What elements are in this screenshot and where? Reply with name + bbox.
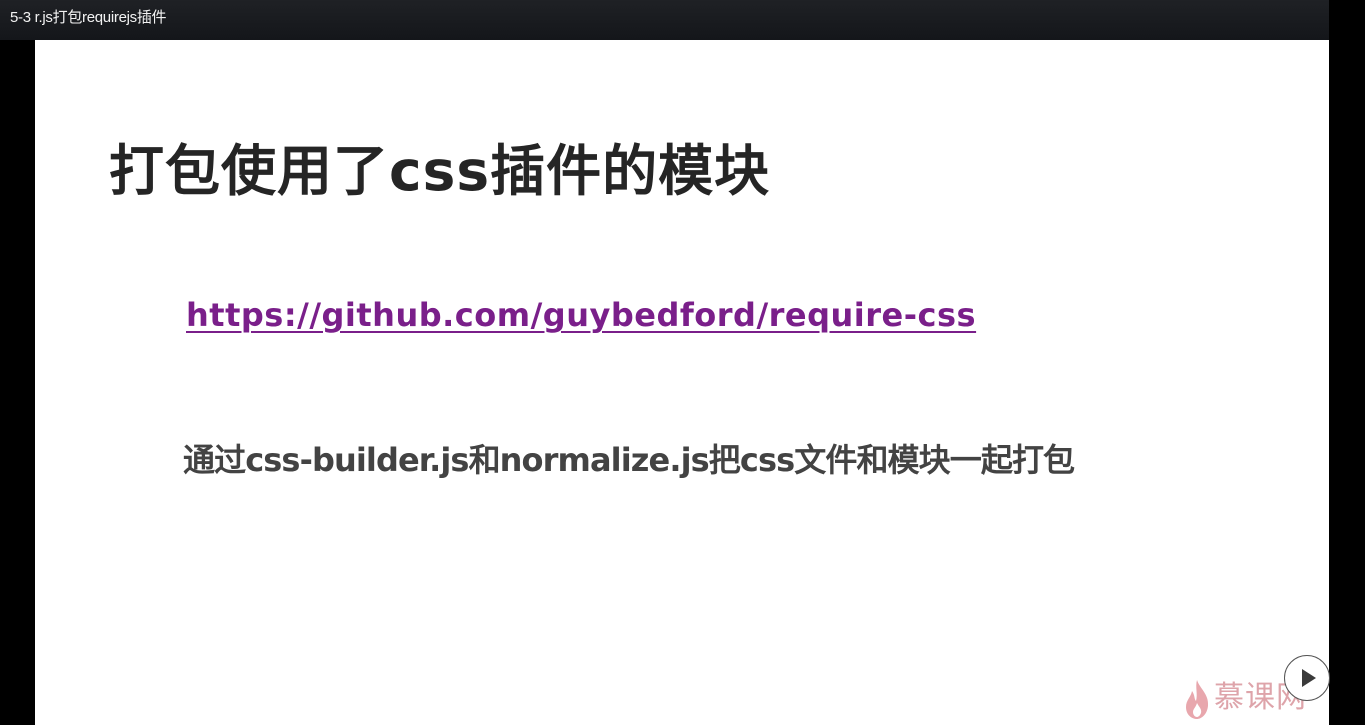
video-player: 5-3 r.js打包requirejs插件 打包使用了css插件的模块 http… [0,0,1365,725]
title-bar-edge [1329,0,1365,40]
title-bar: 5-3 r.js打包requirejs插件 [0,0,1365,40]
flame-icon [1186,680,1209,719]
require-css-link[interactable]: https://github.com/guybedford/require-cs… [186,293,976,337]
slide-body-text: 通过css-builder.js和normalize.js把css文件和模块一起… [183,441,1075,479]
slide-content: 打包使用了css插件的模块 https://github.com/guybedf… [35,40,1329,725]
play-icon [1302,669,1316,687]
video-title: 5-3 r.js打包requirejs插件 [10,9,167,26]
slide-heading: 打包使用了css插件的模块 [109,139,771,203]
play-button[interactable] [1284,655,1330,701]
